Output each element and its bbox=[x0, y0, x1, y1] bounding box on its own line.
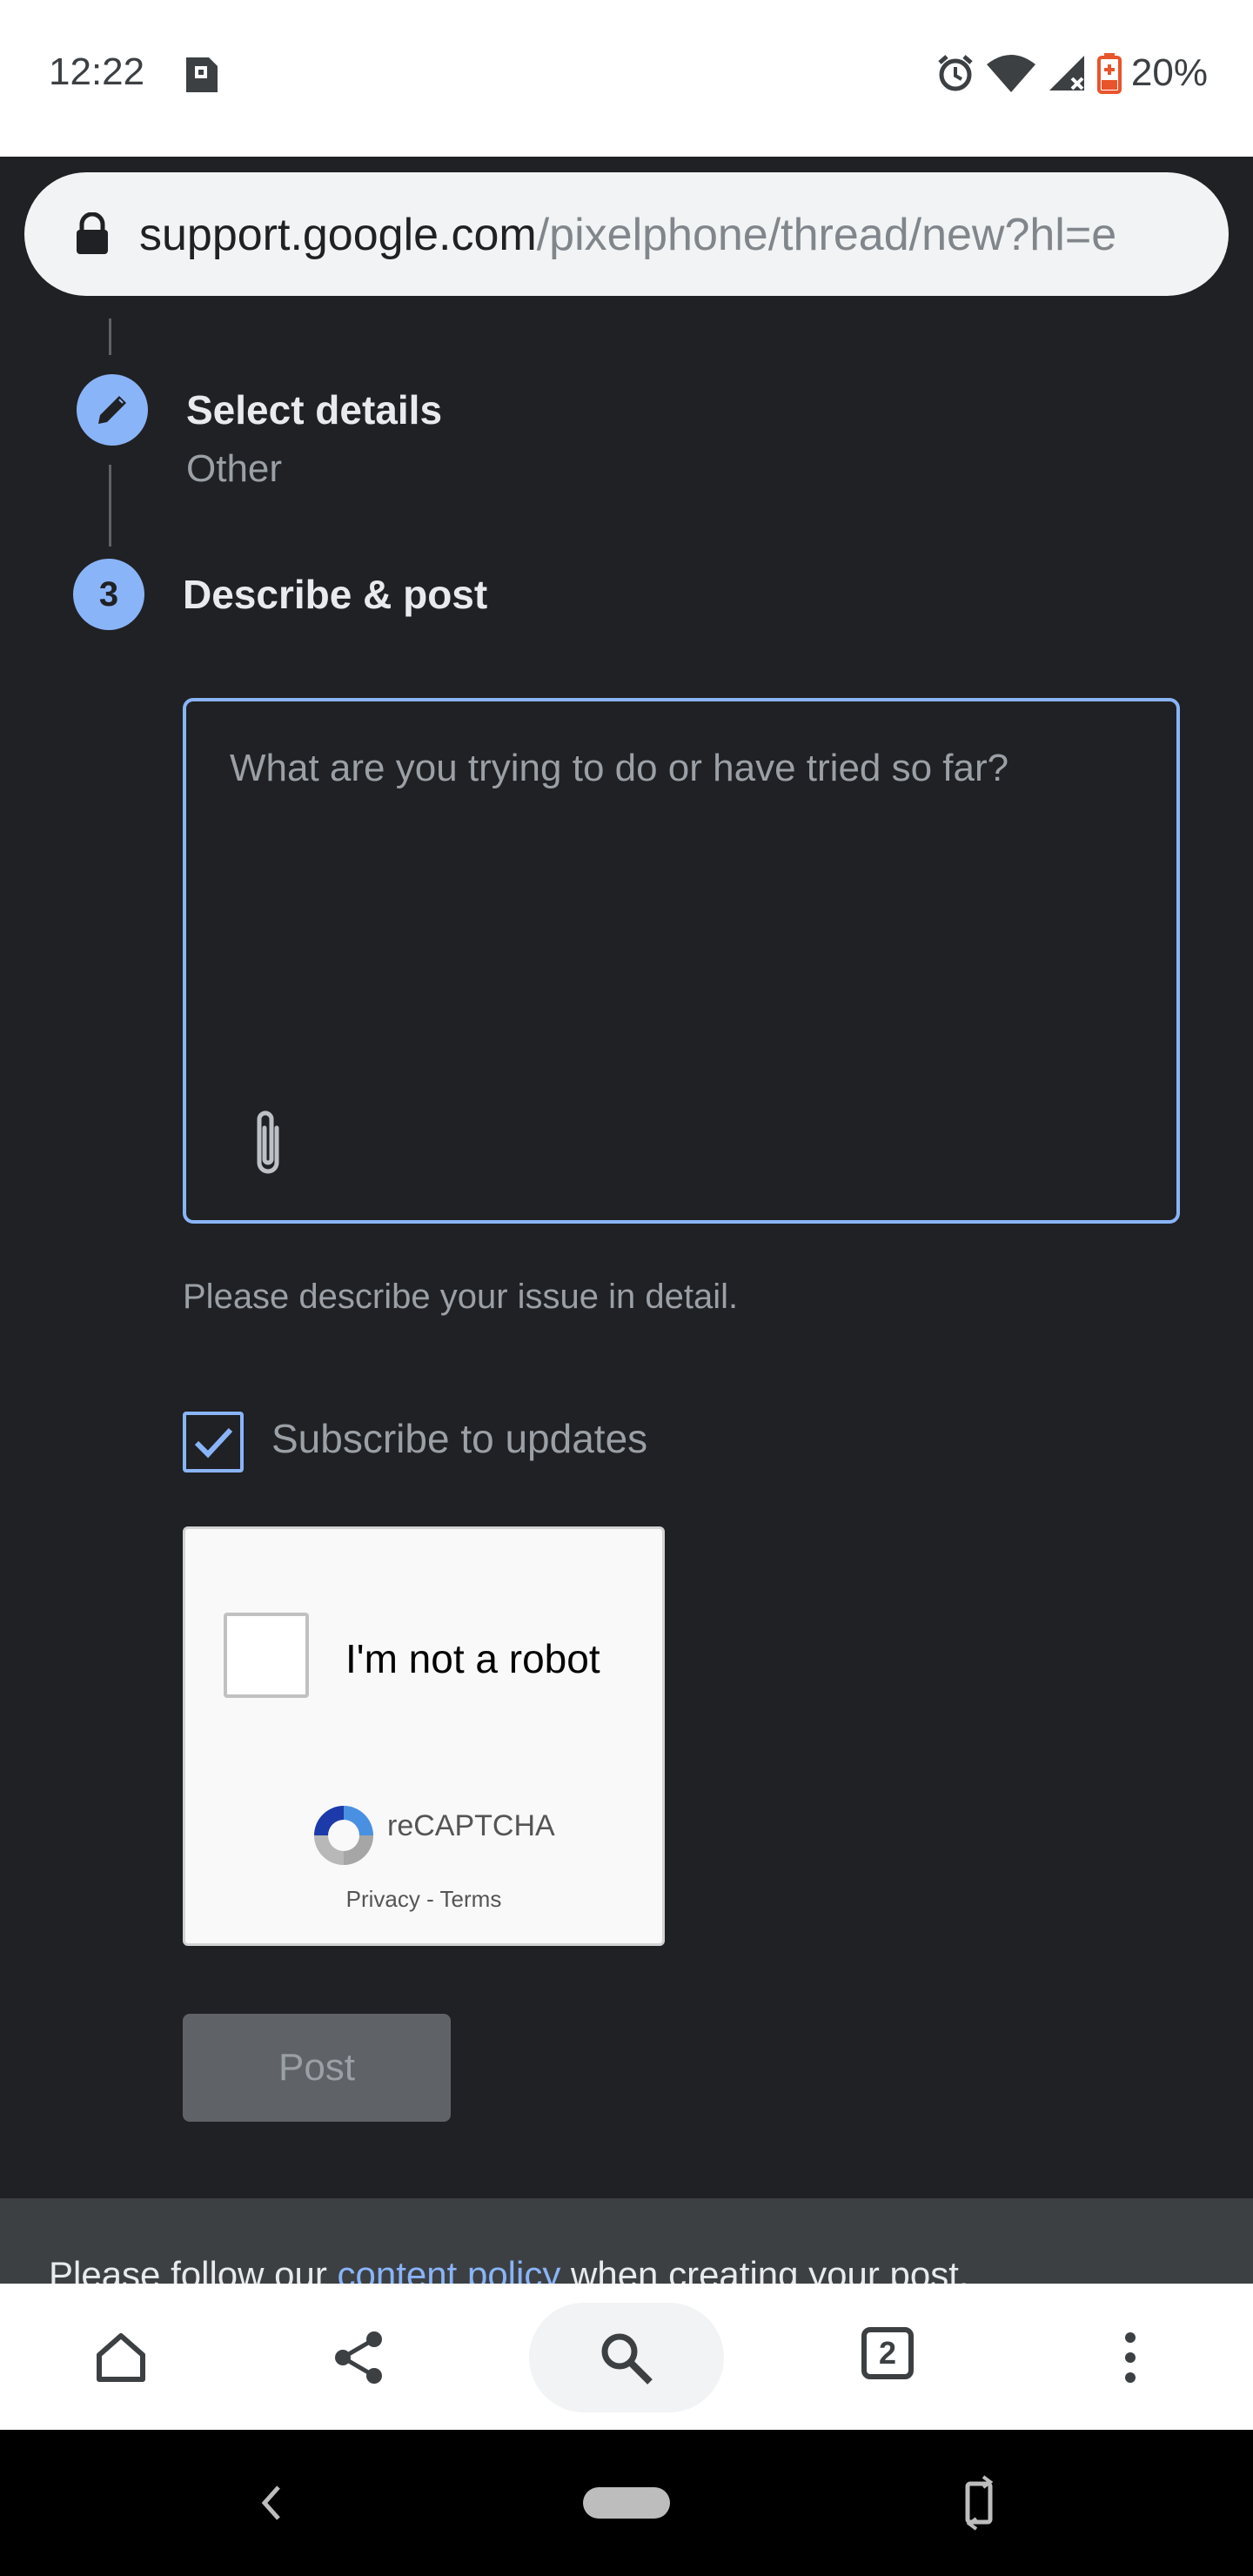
search-button[interactable] bbox=[529, 2303, 724, 2412]
checkmark-icon bbox=[194, 1427, 233, 1459]
footer-text: Please follow our content policy when cr… bbox=[49, 2254, 969, 2284]
recaptcha-links: Privacy - Terms bbox=[185, 1886, 662, 1913]
more-options-button[interactable] bbox=[1100, 2327, 1161, 2388]
textarea-placeholder: What are you trying to do or have tried … bbox=[230, 747, 1009, 789]
recaptcha-brand: reCAPTCHA bbox=[387, 1809, 555, 1842]
recaptcha-widget: I'm not a robot reCAPTCHA Privacy - Term… bbox=[183, 1526, 665, 1946]
home-icon bbox=[97, 2333, 145, 2382]
wifi-icon bbox=[986, 55, 1035, 92]
recaptcha-checkbox[interactable] bbox=[224, 1613, 309, 1698]
footer-text-before: Please follow our bbox=[49, 2254, 338, 2284]
battery-icon bbox=[1096, 53, 1122, 94]
home-button[interactable] bbox=[90, 2327, 151, 2388]
status-right: 20% bbox=[935, 47, 1208, 99]
post-button[interactable]: Post bbox=[183, 2014, 451, 2122]
link-separator: - bbox=[419, 1886, 440, 1912]
url-text[interactable]: support.google.com/pixelphone/thread/new… bbox=[139, 209, 1209, 261]
description-textarea[interactable]: What are you trying to do or have tried … bbox=[183, 698, 1180, 1224]
content-policy-footer: Please follow our content policy when cr… bbox=[0, 2198, 1253, 2284]
footer-text-after: when creating your post. bbox=[560, 2254, 969, 2284]
recaptcha-label: I'm not a robot bbox=[345, 1636, 600, 1681]
recaptcha-logo-icon bbox=[314, 1806, 373, 1865]
lock-icon bbox=[77, 212, 108, 254]
step-select-details-title: Select details bbox=[186, 387, 443, 433]
system-nav-bar bbox=[0, 2430, 1253, 2576]
alarm-icon bbox=[938, 55, 973, 91]
back-icon[interactable] bbox=[258, 2482, 284, 2524]
url-bar[interactable]: support.google.com/pixelphone/thread/new… bbox=[24, 172, 1229, 296]
sd-card-icon bbox=[186, 57, 218, 92]
stepper-line bbox=[109, 319, 111, 355]
cell-signal-icon bbox=[1049, 56, 1084, 91]
subscribe-checkbox[interactable] bbox=[183, 1412, 244, 1472]
subscribe-label[interactable]: Subscribe to updates bbox=[271, 1415, 647, 1462]
url-path: /pixelphone/thread/new?hl=e bbox=[536, 210, 1117, 260]
more-vert-icon bbox=[1125, 2332, 1136, 2383]
terms-link[interactable]: Terms bbox=[440, 1886, 502, 1912]
search-icon bbox=[601, 2333, 653, 2385]
url-domain: support.google.com bbox=[139, 210, 537, 260]
page-content: Select details Other 3 Describe & post W… bbox=[0, 319, 1253, 2284]
status-bar: 12:22 20% bbox=[0, 0, 1253, 157]
description-hint: Please describe your issue in detail. bbox=[183, 1278, 739, 1316]
share-button[interactable] bbox=[329, 2327, 390, 2388]
browser-toolbar: 2 bbox=[0, 2284, 1253, 2430]
privacy-link[interactable]: Privacy bbox=[346, 1886, 420, 1912]
home-pill[interactable] bbox=[583, 2487, 670, 2519]
tab-switcher-button[interactable]: 2 bbox=[861, 2327, 914, 2379]
step-number-3: 3 bbox=[73, 559, 144, 630]
step-describe-post-title: Describe & post bbox=[183, 572, 488, 617]
pencil-icon bbox=[98, 396, 126, 424]
step-select-details-marker bbox=[77, 374, 148, 446]
status-time: 12:22 bbox=[49, 50, 145, 93]
attach-icon[interactable] bbox=[247, 1107, 289, 1180]
battery-percent: 20% bbox=[1130, 51, 1208, 94]
stepper-line bbox=[109, 465, 111, 547]
step-select-details-value: Other bbox=[186, 447, 283, 490]
content-policy-link[interactable]: content policy bbox=[338, 2254, 561, 2284]
share-icon bbox=[335, 2331, 382, 2384]
rotate-icon[interactable] bbox=[961, 2475, 999, 2531]
